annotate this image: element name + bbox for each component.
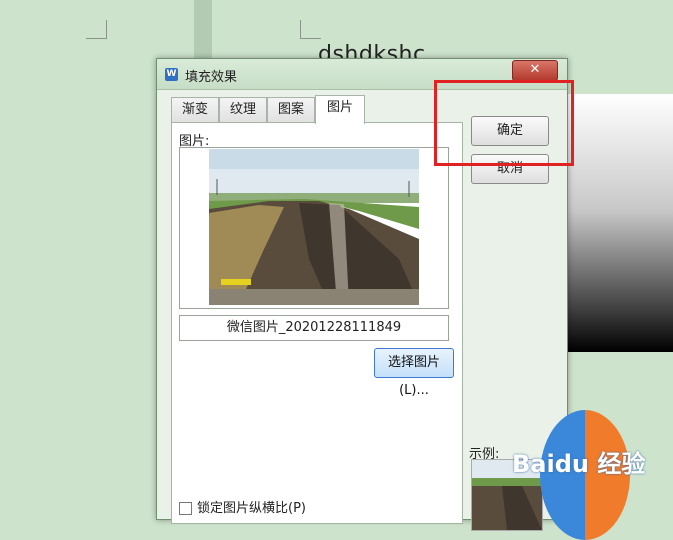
picture-thumbnail <box>209 149 419 305</box>
baidu-watermark-text: Baidu 经验 <box>512 450 646 478</box>
close-button[interactable]: ✕ <box>512 60 558 81</box>
wps-app-icon: W <box>165 68 178 81</box>
margin-corner-mark <box>300 20 321 39</box>
dialog-title: 填充效果 <box>185 70 238 85</box>
choose-picture-button[interactable]: 选择图片(L)... <box>374 348 454 398</box>
picture-filename-field: 微信图片_20201228111849 <box>179 315 449 341</box>
highlight-box <box>434 80 574 166</box>
tab-picture[interactable]: 图片 <box>315 95 365 124</box>
lock-aspect-checkbox[interactable] <box>179 502 192 515</box>
gradient-shape[interactable] <box>560 94 673 352</box>
tab-gradient[interactable]: 渐变 <box>171 97 219 122</box>
lock-aspect-ratio-option[interactable]: 锁定图片纵横比(P) <box>179 497 306 516</box>
tab-texture[interactable]: 纹理 <box>219 97 267 122</box>
tab-pattern[interactable]: 图案 <box>267 97 315 122</box>
lock-aspect-label: 锁定图片纵横比(P) <box>197 501 306 516</box>
margin-corner-mark <box>86 20 107 39</box>
